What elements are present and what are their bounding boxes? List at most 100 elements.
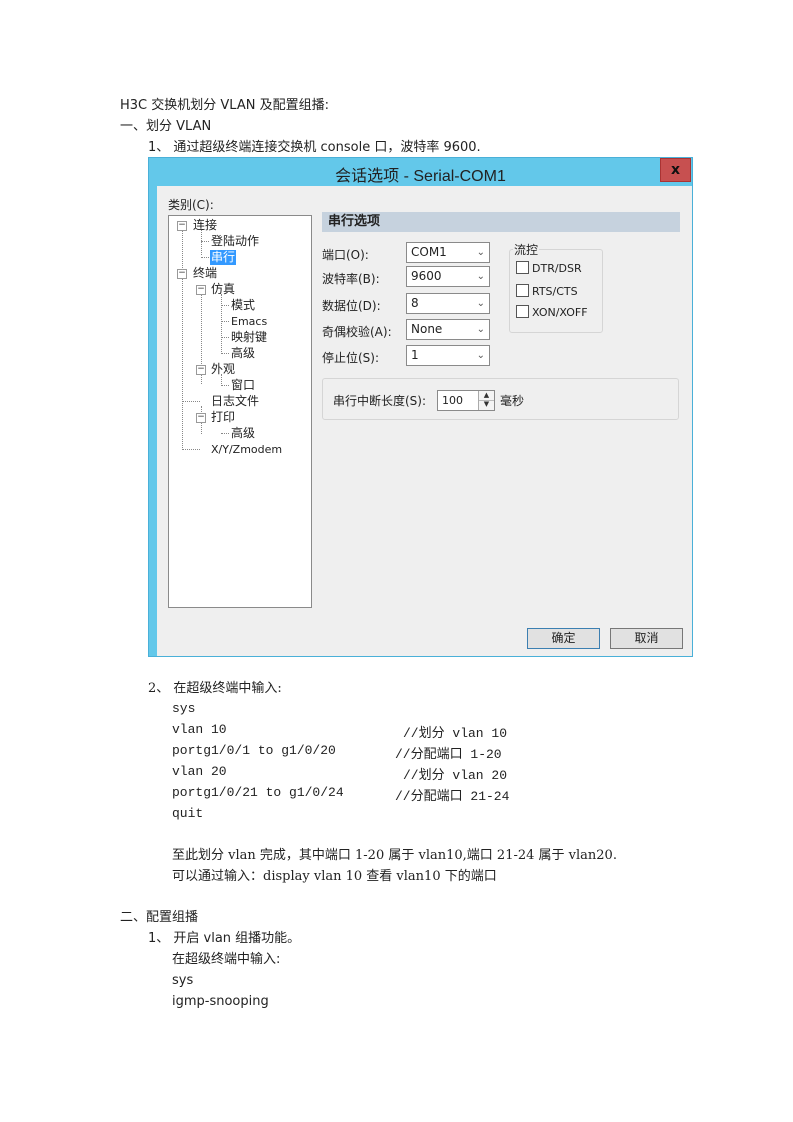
- chevron-down-icon[interactable]: ▼: [479, 400, 494, 409]
- break-length-label: 串行中断长度(S):: [333, 394, 427, 408]
- xon-xoff-label: XON/XOFF: [532, 306, 588, 319]
- dialog-titlebar: 会话选项 - Serial-COM1 x: [149, 158, 692, 186]
- chevron-down-icon: ⌄: [476, 324, 485, 335]
- command-comment: //划分 vlan 10: [403, 726, 508, 741]
- tree-item-serial[interactable]: 串行: [210, 250, 237, 265]
- command-line: quit: [172, 806, 204, 821]
- milliseconds-label: 毫秒: [500, 394, 525, 408]
- command-line: vlan 20: [172, 764, 227, 779]
- checkbox-icon: [516, 284, 529, 297]
- tree-item-printing[interactable]: 打印: [211, 410, 235, 425]
- command-line: portg1/0/21 to g1/0/24: [172, 785, 344, 800]
- stop-bits-label: 停止位(S):: [322, 351, 380, 365]
- section1-step1: 1、 通过超级终端连接交换机 console 口，波特率 9600.: [148, 140, 481, 155]
- close-icon: x: [670, 162, 681, 178]
- baud-rate-select[interactable]: 9600 ⌄: [406, 266, 490, 287]
- baud-rate-value: 9600: [411, 269, 442, 283]
- spinner-buttons: ▲ ▼: [478, 391, 494, 410]
- command-line: sys: [172, 701, 196, 716]
- tree-connector: [182, 401, 200, 402]
- tree-connector: [182, 230, 183, 448]
- collapse-icon[interactable]: −: [196, 365, 206, 375]
- data-bits-label: 数据位(D):: [322, 299, 381, 313]
- tree-item-advanced[interactable]: 高级: [231, 346, 255, 361]
- port-select[interactable]: COM1 ⌄: [406, 242, 490, 263]
- collapse-icon[interactable]: −: [177, 221, 187, 231]
- baud-rate-label: 波特率(B):: [322, 272, 380, 286]
- collapse-icon[interactable]: −: [196, 285, 206, 295]
- session-options-dialog: 会话选项 - Serial-COM1 x 类别(C): − − − − − 连接…: [148, 157, 693, 657]
- section1-step2: 2、 在超级终端中输入:: [148, 681, 282, 696]
- dialog-left-border: [149, 186, 157, 656]
- note-display-vlan: 可以通过输入：display vlan 10 查看 vlan10 下的端口: [172, 869, 497, 884]
- break-length-spinner[interactable]: 100 ▲ ▼: [437, 390, 495, 411]
- command-line: portg1/0/1 to g1/0/20: [172, 743, 336, 758]
- chevron-down-icon: ⌄: [476, 350, 485, 361]
- rts-cts-checkbox[interactable]: RTS/CTS: [516, 284, 578, 298]
- category-tree[interactable]: − − − − − 连接 登陆动作 串行 终端 仿真 模式 Emacs 映射键 …: [168, 215, 312, 608]
- tree-connector: [201, 241, 209, 242]
- checkbox-icon: [516, 305, 529, 318]
- close-button[interactable]: x: [660, 158, 691, 182]
- tree-connector: [182, 449, 200, 450]
- chevron-down-icon: ⌄: [476, 247, 485, 258]
- tree-item-terminal[interactable]: 终端: [193, 266, 217, 281]
- section2-heading: 二、配置组播: [120, 910, 199, 925]
- command-line: vlan 10: [172, 722, 227, 737]
- tree-connector: [221, 294, 222, 354]
- note-vlan-complete: 至此划分 vlan 完成，其中端口 1-20 属于 vlan10,端口 21-2…: [172, 848, 617, 863]
- cancel-button[interactable]: 取消: [610, 628, 683, 649]
- port-value: COM1: [411, 245, 447, 259]
- data-bits-value: 8: [411, 296, 419, 310]
- tree-item-modes[interactable]: 模式: [231, 298, 255, 313]
- chevron-down-icon: ⌄: [476, 298, 485, 309]
- tree-connector: [201, 230, 202, 255]
- tree-item-appearance[interactable]: 外观: [211, 362, 235, 377]
- command-comment: //分配端口 21-24: [395, 789, 510, 804]
- section2-step1-sub: 在超级终端中输入:: [172, 952, 281, 967]
- collapse-icon[interactable]: −: [196, 413, 206, 423]
- flow-control-title: 流控: [513, 241, 540, 258]
- parity-value: None: [411, 322, 443, 336]
- tree-connector: [221, 353, 229, 354]
- tree-item-emulation[interactable]: 仿真: [211, 282, 235, 297]
- tree-item-window[interactable]: 窗口: [231, 378, 255, 393]
- tree-connector: [221, 385, 229, 386]
- parity-label: 奇偶校验(A):: [322, 325, 392, 339]
- break-length-value: 100: [442, 394, 463, 407]
- command-comment: //分配端口 1-20: [395, 747, 502, 762]
- tree-item-login-actions[interactable]: 登陆动作: [211, 234, 259, 249]
- tree-connector: [221, 305, 229, 306]
- data-bits-select[interactable]: 8 ⌄: [406, 293, 490, 314]
- checkbox-icon: [516, 261, 529, 274]
- command-line: igmp-snooping: [172, 994, 269, 1009]
- tree-item-connection[interactable]: 连接: [193, 218, 217, 233]
- dtr-dsr-label: DTR/DSR: [532, 262, 582, 275]
- dtr-dsr-checkbox[interactable]: DTR/DSR: [516, 261, 582, 275]
- ok-button[interactable]: 确定: [527, 628, 600, 649]
- tree-item-emacs[interactable]: Emacs: [231, 314, 267, 329]
- tree-item-xyzmodem[interactable]: X/Y/Zmodem: [211, 442, 282, 457]
- tree-connector: [201, 257, 209, 258]
- tree-connector: [221, 433, 229, 434]
- section1-heading: 一、划分 VLAN: [120, 119, 212, 134]
- stop-bits-value: 1: [411, 348, 419, 362]
- port-label: 端口(O):: [322, 248, 369, 262]
- command-comment: //划分 vlan 20: [403, 768, 508, 783]
- rts-cts-label: RTS/CTS: [532, 285, 578, 298]
- document-title: H3C 交换机划分 VLAN 及配置组播:: [120, 98, 329, 113]
- dialog-title: 会话选项 - Serial-COM1: [335, 168, 506, 185]
- serial-options-header: 串行选项: [322, 212, 680, 232]
- category-label: 类别(C):: [168, 198, 214, 212]
- command-line: sys: [172, 973, 194, 988]
- tree-item-print-advanced[interactable]: 高级: [231, 426, 255, 441]
- tree-item-mapped-keys[interactable]: 映射键: [231, 330, 267, 345]
- stop-bits-select[interactable]: 1 ⌄: [406, 345, 490, 366]
- tree-connector: [221, 321, 229, 322]
- section2-step1: 1、 开启 vlan 组播功能。: [148, 931, 301, 946]
- collapse-icon[interactable]: −: [177, 269, 187, 279]
- parity-select[interactable]: None ⌄: [406, 319, 490, 340]
- xon-xoff-checkbox[interactable]: XON/XOFF: [516, 305, 588, 319]
- chevron-down-icon: ⌄: [476, 271, 485, 282]
- tree-item-log-file[interactable]: 日志文件: [211, 394, 259, 409]
